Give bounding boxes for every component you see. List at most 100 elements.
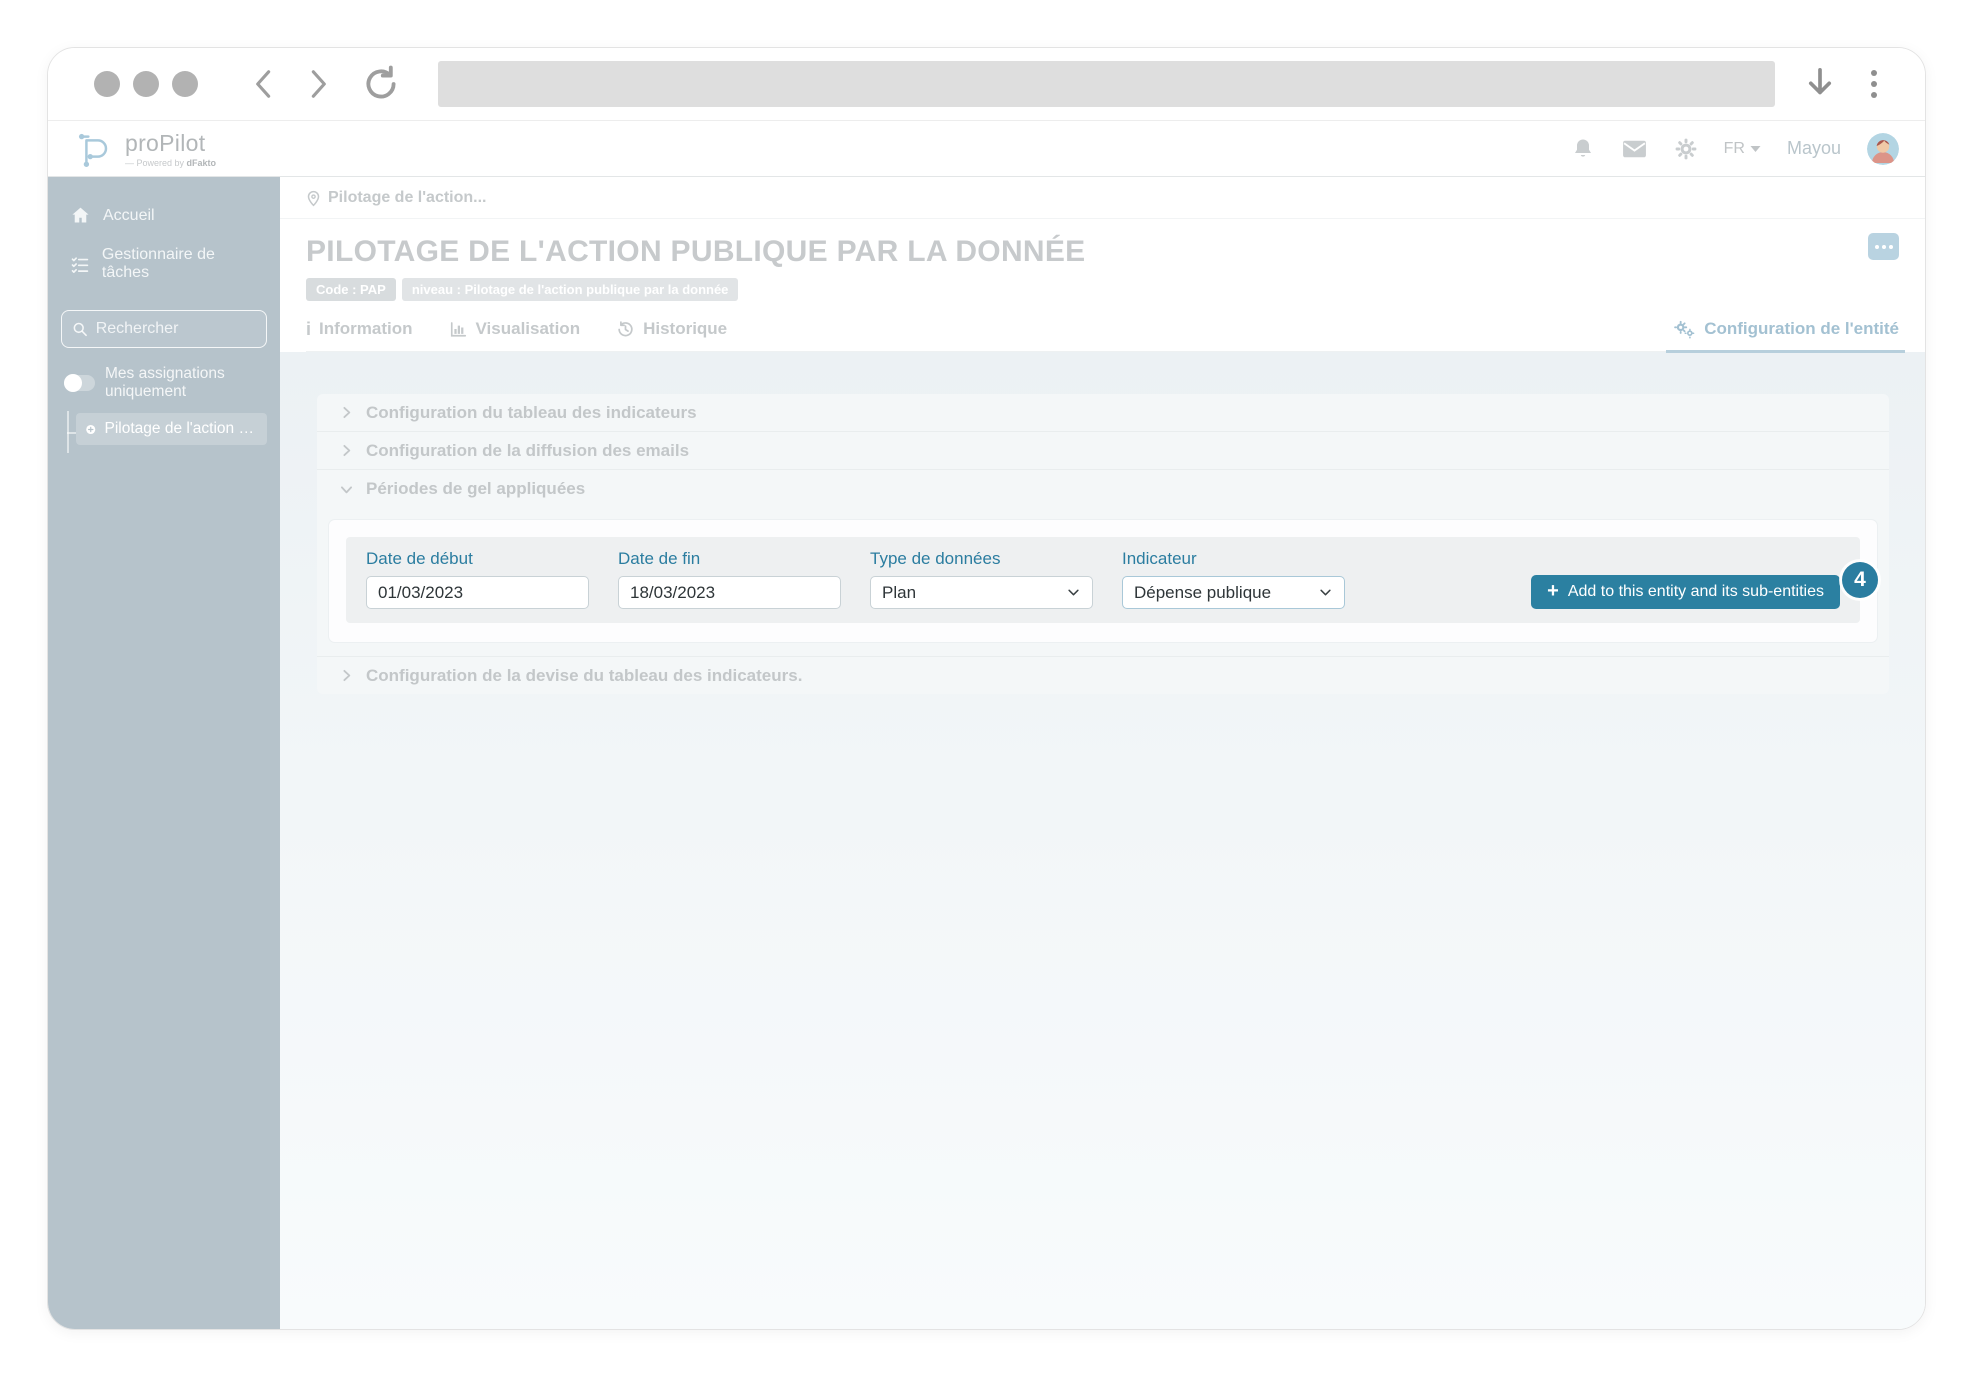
- forward-button[interactable]: [302, 67, 332, 101]
- search-input[interactable]: [96, 320, 256, 338]
- type-donnees-label: Type de données: [870, 549, 1093, 569]
- accordion-label: Configuration de la devise du tableau de…: [366, 666, 802, 686]
- add-entity-button-label: Add to this entity and its sub-entities: [1568, 583, 1824, 601]
- date-debut-field: Date de début: [366, 549, 589, 609]
- type-donnees-field: Type de données Plan: [870, 549, 1093, 609]
- date-debut-input[interactable]: [366, 576, 589, 609]
- indicateur-select[interactable]: Dépense publique: [1122, 576, 1345, 609]
- chevron-down-icon: [338, 481, 355, 498]
- code-badge: Code : PAP: [306, 278, 396, 301]
- bar-chart-icon: [449, 320, 468, 338]
- add-entity-button[interactable]: + Add to this entity and its sub-entitie…: [1531, 575, 1840, 609]
- gears-icon: [1672, 319, 1696, 339]
- more-options-button[interactable]: [1868, 233, 1899, 260]
- app-name: proPilot: [125, 130, 216, 157]
- tab-historique[interactable]: Historique: [616, 319, 727, 339]
- accordion-row-diffusion-emails[interactable]: Configuration de la diffusion des emails: [317, 432, 1889, 470]
- accordion-row-tableau-indicateurs[interactable]: Configuration du tableau des indicateurs: [317, 394, 1889, 432]
- content-area: Configuration du tableau des indicateurs…: [280, 352, 1925, 1329]
- assignments-toggle-label: Mes assignations uniquement: [105, 365, 264, 401]
- accordion-row-devise-tableau[interactable]: Configuration de la devise du tableau de…: [317, 656, 1889, 694]
- tabs: i Information Visualisation: [306, 319, 1899, 352]
- chevron-right-icon: [338, 404, 355, 421]
- accordion-label: Configuration de la diffusion des emails: [366, 441, 689, 461]
- browser-chrome: [48, 48, 1925, 121]
- user-avatar[interactable]: [1867, 133, 1899, 165]
- breadcrumb[interactable]: Pilotage de l'action...: [280, 177, 1925, 219]
- date-debut-label: Date de début: [366, 549, 589, 569]
- assignments-toggle-row: Mes assignations uniquement: [61, 365, 267, 401]
- indicateur-field: Indicateur Dépense publique: [1122, 549, 1345, 609]
- sidebar-search: [61, 310, 267, 348]
- date-fin-input[interactable]: [618, 576, 841, 609]
- location-pin-icon: [306, 190, 321, 207]
- date-fin-label: Date de fin: [618, 549, 841, 569]
- assignments-toggle[interactable]: [64, 375, 95, 391]
- traffic-lights: [94, 71, 198, 97]
- accordion: Configuration du tableau des indicateurs…: [317, 394, 1889, 694]
- caret-down-icon: [1750, 145, 1761, 153]
- language-selector[interactable]: FR: [1724, 140, 1761, 158]
- sidebar-item-gestionnaire-taches[interactable]: Gestionnaire de tâches: [61, 236, 267, 292]
- freeze-period-form: Date de début Date de fin Type de donnée…: [346, 537, 1860, 623]
- propilot-logo-icon: [74, 128, 116, 170]
- task-list-icon: [70, 254, 90, 275]
- main-panel: Pilotage de l'action... PILOTAGE DE L'AC…: [280, 177, 1925, 1329]
- sidebar-item-label: Accueil: [103, 207, 155, 225]
- tab-label: Visualisation: [476, 319, 581, 339]
- accordion-row-periodes-gel[interactable]: Périodes de gel appliquées: [317, 470, 1889, 508]
- tab-visualisation[interactable]: Visualisation: [449, 319, 581, 339]
- plus-circle-icon: [85, 421, 97, 438]
- chevron-right-icon: [338, 442, 355, 459]
- settings-button[interactable]: [1674, 137, 1698, 161]
- notifications-button[interactable]: [1571, 137, 1595, 161]
- bell-icon: [1571, 137, 1595, 161]
- sidebar: Accueil Gestionnaire de tâches Mes assig…: [48, 177, 280, 1329]
- select-value: Dépense publique: [1134, 583, 1271, 603]
- home-icon: [70, 205, 91, 226]
- traffic-light-icon: [172, 71, 198, 97]
- type-donnees-select[interactable]: Plan: [870, 576, 1093, 609]
- tab-label: Historique: [643, 319, 727, 339]
- messages-button[interactable]: [1621, 137, 1648, 161]
- search-icon: [72, 320, 88, 338]
- chevron-right-icon: [338, 667, 355, 684]
- app-tagline: — Powered by dFakto: [125, 158, 216, 168]
- language-label: FR: [1724, 140, 1745, 158]
- page-title: PILOTAGE DE L'ACTION PUBLIQUE PAR LA DON…: [306, 235, 1899, 269]
- traffic-light-icon: [133, 71, 159, 97]
- app-header: proPilot — Powered by dFakto: [48, 121, 1925, 177]
- browser-menu-button[interactable]: [1867, 66, 1881, 102]
- tab-information[interactable]: i Information: [306, 319, 413, 339]
- mail-icon: [1621, 137, 1648, 161]
- refresh-icon: [360, 63, 402, 105]
- user-name: Mayou: [1787, 138, 1841, 159]
- chevron-right-icon: [302, 67, 332, 101]
- back-button[interactable]: [250, 67, 280, 101]
- accordion-expanded-content: Date de début Date de fin Type de donnée…: [317, 508, 1889, 656]
- app-logo[interactable]: proPilot — Powered by dFakto: [74, 128, 216, 170]
- chevron-left-icon: [250, 67, 280, 101]
- gear-icon: [1674, 137, 1698, 161]
- tab-label: Configuration de l'entité: [1704, 319, 1899, 339]
- breadcrumb-label: Pilotage de l'action...: [328, 189, 487, 207]
- date-fin-field: Date de fin: [618, 549, 841, 609]
- download-icon: [1803, 65, 1837, 103]
- toggle-knob: [64, 374, 82, 392]
- history-icon: [616, 320, 635, 339]
- freeze-periods-card: Date de début Date de fin Type de donnée…: [329, 520, 1877, 642]
- sidebar-item-accueil[interactable]: Accueil: [61, 195, 267, 236]
- chevron-down-icon: [1318, 585, 1333, 600]
- tab-label: Information: [319, 319, 413, 339]
- entity-tree: Pilotage de l'action publique pa...: [61, 413, 267, 445]
- address-bar[interactable]: [438, 61, 1775, 107]
- tab-configuration-entite[interactable]: Configuration de l'entité: [1672, 319, 1899, 339]
- tree-item-pilotage[interactable]: Pilotage de l'action publique pa...: [76, 413, 267, 445]
- select-value: Plan: [882, 583, 916, 603]
- info-icon: i: [306, 320, 311, 338]
- accordion-label: Configuration du tableau des indicateurs: [366, 403, 697, 423]
- level-badge: niveau : Pilotage de l'action publique p…: [402, 278, 739, 301]
- avatar-icon: [1867, 133, 1899, 165]
- refresh-button[interactable]: [360, 63, 402, 105]
- download-button[interactable]: [1803, 65, 1837, 103]
